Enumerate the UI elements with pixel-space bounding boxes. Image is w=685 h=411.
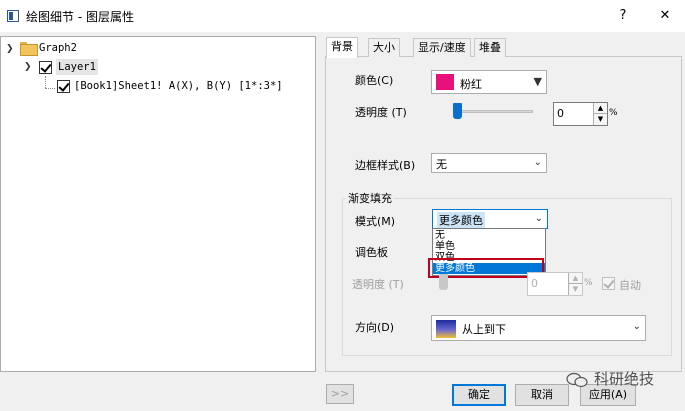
transparency-value: 0 (557, 107, 564, 120)
folder-icon (20, 42, 38, 56)
watermark-text: 科研绝技 (594, 370, 655, 388)
layer-checkbox[interactable] (39, 61, 52, 74)
ok-button[interactable]: 确定 (452, 384, 506, 406)
gradient-swatch (436, 320, 456, 338)
color-swatch (436, 74, 454, 90)
transparency-label: 透明度 (T) (355, 106, 407, 119)
auto-label: 自动 (619, 279, 641, 292)
window-title: 绘图细节 - 图层属性 (26, 10, 134, 24)
gradient-group-label: 渐变填充 (346, 190, 394, 206)
spin-up-icon[interactable]: ▲ (594, 103, 607, 114)
tree-connector (45, 76, 46, 88)
tab-display-speed[interactable]: 显示/速度 (413, 38, 471, 57)
spin-down-icon[interactable]: ▼ (594, 114, 607, 125)
palette-label: 调色板 (355, 246, 388, 259)
color-select[interactable]: 粉红 ▼ (431, 70, 547, 94)
border-style-select[interactable]: 无 ⌄ (431, 153, 547, 173)
spin-up-icon: ▲ (569, 273, 582, 284)
mode-label: 模式(M) (355, 215, 396, 228)
border-style-label: 边框样式(B) (355, 159, 416, 172)
gradient-slider-thumb (439, 274, 448, 290)
spin-down-icon: ▼ (569, 284, 582, 295)
help-button[interactable]: ? (612, 6, 634, 26)
mode-value: 更多颜色 (437, 212, 485, 228)
color-label: 颜色(C) (355, 74, 394, 87)
border-style-value: 无 (436, 158, 447, 171)
plot-checkbox[interactable] (57, 80, 70, 93)
chevron-down-icon[interactable]: ❯ (6, 44, 16, 54)
transparency-spinner[interactable]: 0 ▲ ▼ (553, 102, 608, 126)
chevron-down-icon: ⌄ (632, 321, 641, 332)
chevron-down-icon: ⌄ (533, 157, 542, 168)
tree-item-plot[interactable]: [Book1]Sheet1! A(X), B(Y) [1*:3*] (74, 78, 283, 94)
gradient-transparency-label: 透明度 (T) (352, 278, 404, 291)
chevron-down-icon: ⌄ (534, 213, 543, 224)
gradient-transparency-value: 0 (531, 277, 538, 290)
mode-option[interactable]: 无 (433, 230, 545, 241)
mode-option[interactable]: 单色 (433, 241, 545, 252)
tab-size[interactable]: 大小 (368, 38, 400, 57)
expand-button[interactable]: >> (326, 384, 354, 404)
wechat-icon (566, 372, 588, 388)
percent-unit: % (609, 108, 618, 118)
direction-select[interactable]: 从上到下 ⌄ (431, 315, 646, 341)
gradient-transparency-spinner: 0 ▲ ▼ (527, 272, 583, 296)
direction-value: 从上到下 (462, 323, 506, 336)
tree-connector (45, 88, 55, 89)
transparency-slider-track[interactable] (453, 110, 533, 113)
percent-unit: % (584, 278, 593, 288)
cancel-button[interactable]: 取消 (515, 384, 569, 406)
mode-select[interactable]: 更多颜色 ⌄ (432, 209, 548, 229)
close-button[interactable]: ✕ (654, 6, 676, 26)
chevron-down-icon[interactable]: ❯ (24, 62, 34, 72)
app-icon (7, 10, 19, 22)
dropdown-arrow-icon: ▼ (533, 75, 542, 88)
transparency-slider-thumb[interactable] (453, 103, 462, 119)
tree-item-layer[interactable]: Layer1 (56, 59, 98, 75)
tab-background[interactable]: 背景 (326, 37, 358, 58)
color-value: 粉红 (460, 78, 482, 91)
tree-item-graph[interactable]: Graph2 (39, 40, 77, 56)
auto-checkbox (602, 277, 615, 290)
tab-stack[interactable]: 堆叠 (474, 38, 506, 57)
direction-label: 方向(D) (355, 321, 395, 334)
